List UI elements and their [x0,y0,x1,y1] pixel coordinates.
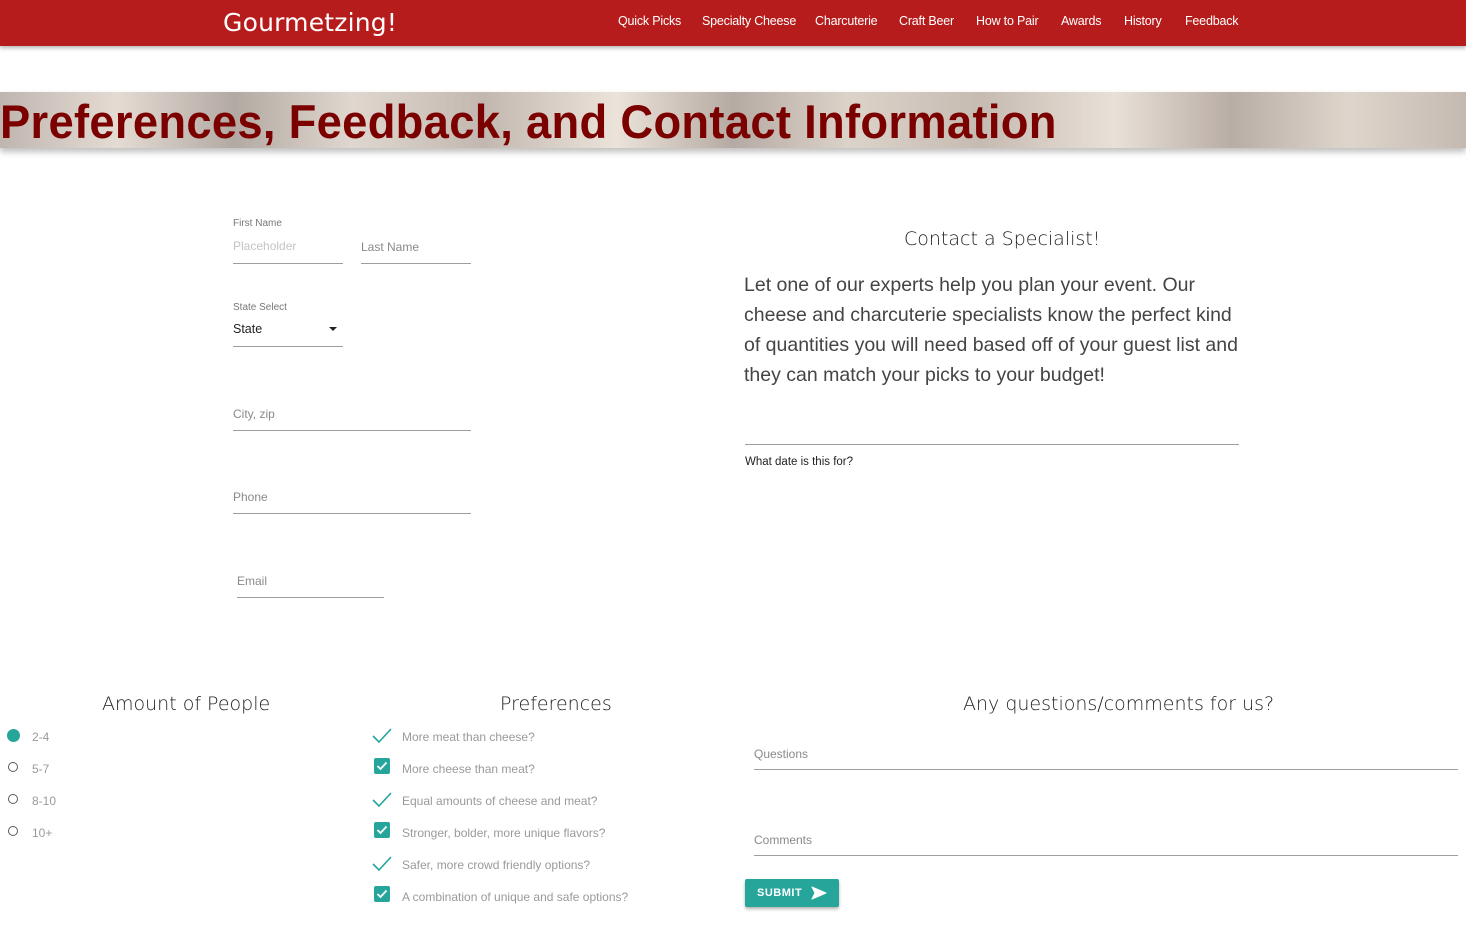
radio-10-plus[interactable] [8,826,18,836]
first-name-field[interactable]: Placeholder [233,239,296,253]
nav-item-charcuterie[interactable]: Charcuterie [815,14,878,28]
nav-item-awards[interactable]: Awards [1061,14,1101,28]
phone-underline [233,513,471,514]
state-select-label: State Select [233,302,287,313]
contact-title: Contact a Specialist! [904,228,1101,250]
first-name-underline [233,263,343,264]
email-field[interactable]: Email [237,574,267,588]
nav-item-history[interactable]: History [1124,14,1162,28]
nav-item-specialty-cheese[interactable]: Specialty Cheese [702,14,796,28]
preferences-title: Preferences [500,693,612,715]
contact-description: Let one of our experts help you plan you… [744,274,1238,386]
nav-item-how-to-pair[interactable]: How to Pair [976,14,1039,28]
pref-label-more-meat: More meat than cheese? [402,730,535,744]
checkmark-icon[interactable] [372,792,392,808]
state-select-underline [233,346,343,347]
city-zip-underline [233,430,471,431]
last-name-field[interactable]: Last Name [361,240,419,254]
comments-underline [754,855,1458,856]
submit-label: SUBMIT [757,887,803,899]
page-title: Preferences, Feedback, and Contact Infor… [0,95,1057,148]
pref-label-combination: A combination of unique and safe options… [402,890,629,904]
last-name-underline [361,263,471,264]
phone-field[interactable]: Phone [233,490,268,504]
state-select[interactable]: State [233,322,262,336]
nav-item-feedback[interactable]: Feedback [1185,14,1238,28]
page-banner: Preferences, Feedback, and Contact Infor… [0,92,1466,148]
email-underline [237,597,384,598]
nav-item-quick-picks[interactable]: Quick Picks [618,14,681,28]
questions-field[interactable]: Questions [754,747,808,761]
radio-2-4[interactable] [7,729,20,742]
radio-label-8-10: 8-10 [32,794,57,808]
comments-title: Any questions/comments for us? [963,693,1275,715]
checkmark-icon[interactable] [372,728,392,744]
nav-item-craft-beer[interactable]: Craft Beer [899,14,954,28]
checkbox-checked-icon[interactable] [374,758,390,774]
amount-of-people-title: Amount of People [102,693,271,715]
top-navbar: Gourmetzing! Quick Picks Specialty Chees… [0,0,1466,46]
submit-button[interactable]: SUBMIT [745,879,839,907]
date-input[interactable] [745,444,1239,445]
city-zip-field[interactable]: City, zip [233,407,275,421]
questions-underline [754,769,1458,770]
radio-label-2-4: 2-4 [32,730,50,744]
radio-label-10-plus: 10+ [32,826,53,840]
pref-label-more-cheese: More cheese than meat? [402,762,535,776]
pref-label-safer: Safer, more crowd friendly options? [402,858,591,872]
date-label: What date is this for? [745,456,854,468]
caret-down-icon[interactable] [329,327,337,331]
checkmark-icon[interactable] [372,856,392,872]
checkbox-checked-icon[interactable] [374,886,390,902]
radio-8-10[interactable] [8,794,18,804]
radio-label-5-7: 5-7 [32,762,50,776]
brand-logo[interactable]: Gourmetzing! [223,8,397,37]
radio-5-7[interactable] [8,762,18,772]
checkbox-checked-icon[interactable] [374,822,390,838]
comments-field[interactable]: Comments [754,833,812,847]
pref-label-equal: Equal amounts of cheese and meat? [402,794,598,808]
first-name-label: First Name [233,218,282,229]
pref-label-bolder: Stronger, bolder, more unique flavors? [402,826,606,840]
send-icon [811,885,827,904]
